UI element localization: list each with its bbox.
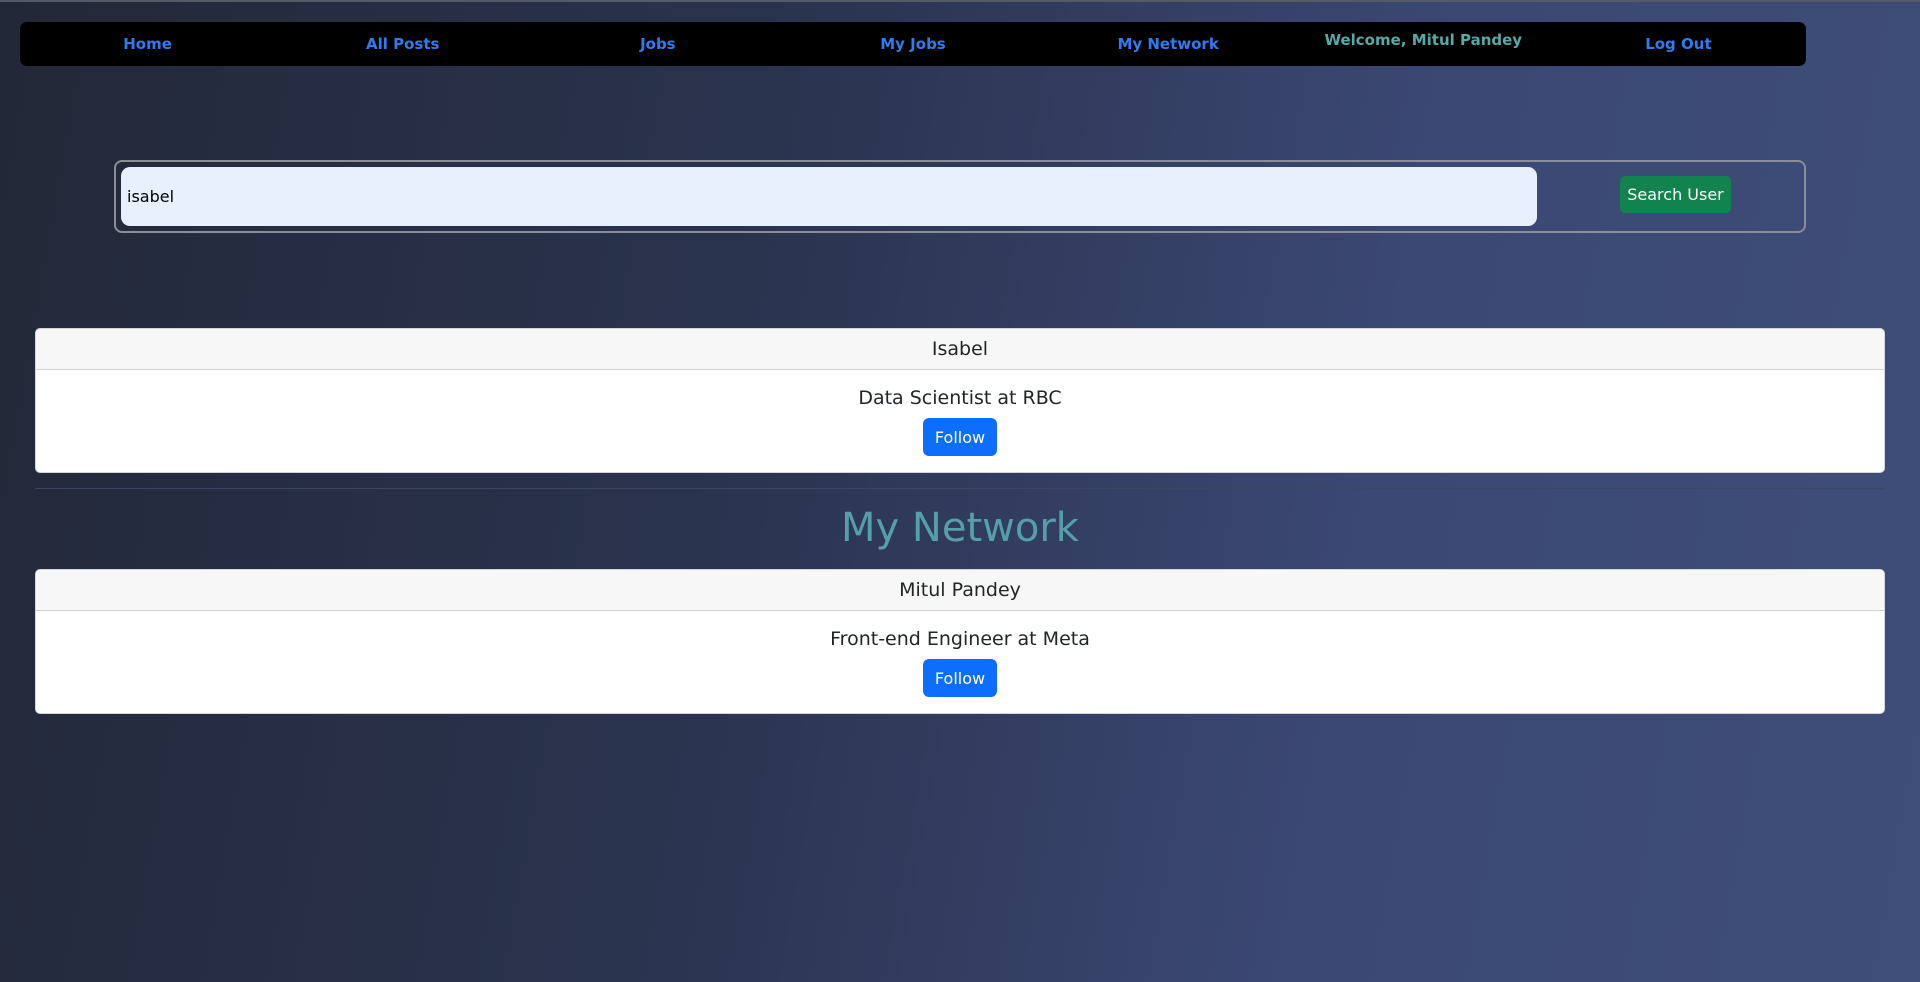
welcome-text: Welcome, Mitul Pandey bbox=[1324, 30, 1523, 49]
follow-button[interactable]: Follow bbox=[923, 659, 997, 697]
my-network-title: My Network bbox=[841, 505, 1079, 551]
user-headline: Front-end Engineer at Meta bbox=[830, 628, 1090, 650]
nav-jobs-link[interactable]: Jobs bbox=[530, 35, 785, 53]
card-body: Front-end Engineer at Meta Follow bbox=[36, 628, 1884, 697]
user-name: Mitul Pandey bbox=[36, 570, 1884, 611]
search-user-button[interactable]: Search User bbox=[1620, 176, 1731, 213]
nav-home-link[interactable]: Home bbox=[20, 35, 275, 53]
user-name: Isabel bbox=[36, 329, 1884, 370]
nav-my-network-link[interactable]: My Network bbox=[1041, 35, 1296, 53]
user-headline: Data Scientist at RBC bbox=[858, 387, 1062, 409]
top-border bbox=[0, 0, 1920, 2]
card-body: Data Scientist at RBC Follow bbox=[36, 387, 1884, 456]
divider bbox=[35, 488, 1885, 489]
navbar: Home All Posts Jobs My Jobs My Network W… bbox=[20, 22, 1806, 66]
search-result-card: Isabel Data Scientist at RBC Follow bbox=[35, 328, 1885, 473]
network-card: Mitul Pandey Front-end Engineer at Meta … bbox=[35, 569, 1885, 714]
nav-log-out-link[interactable]: Log Out bbox=[1551, 35, 1806, 53]
nav-my-jobs-link[interactable]: My Jobs bbox=[785, 35, 1040, 53]
follow-button[interactable]: Follow bbox=[923, 418, 997, 456]
nav-all-posts-link[interactable]: All Posts bbox=[275, 35, 530, 53]
search-input[interactable] bbox=[121, 167, 1537, 226]
search-form: Search User bbox=[114, 160, 1806, 233]
